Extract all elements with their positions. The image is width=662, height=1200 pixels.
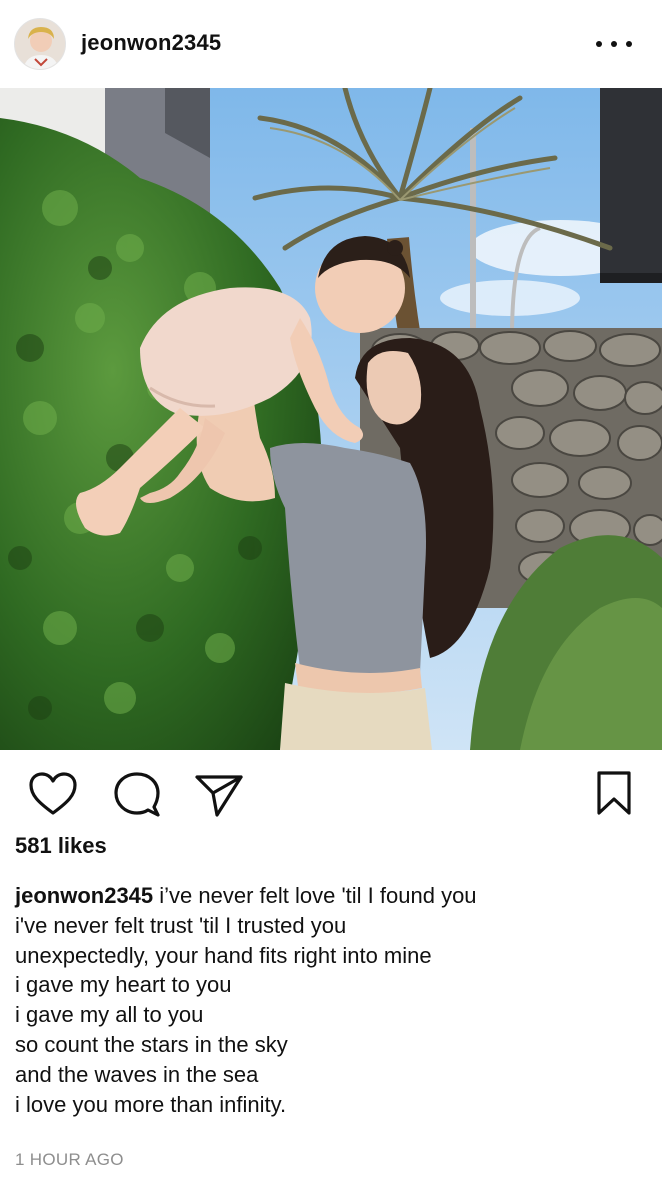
caption-line: i love you more than infinity. [15, 1091, 287, 1117]
send-icon[interactable] [193, 771, 245, 819]
caption-line: unexpectedly, your hand fits right into … [15, 942, 432, 968]
caption-username[interactable]: jeonwon2345 [15, 883, 153, 908]
caption-line: so count the stars in the sky [15, 1031, 288, 1057]
caption-line: i gave my heart to you [15, 972, 232, 998]
caption-line: i gave my all to you [15, 1002, 204, 1028]
caption-line: i've never felt trust 'til I trusted you [15, 912, 347, 938]
more-options-icon[interactable] [596, 34, 632, 54]
caption-text: i’ve never felt love 'til I found you [159, 883, 477, 908]
post-photo[interactable] [0, 88, 662, 750]
post-timestamp: 1 HOUR AGO [15, 1150, 124, 1169]
comment-icon[interactable] [112, 771, 162, 817]
caption-line: and the waves in the sea [15, 1061, 259, 1087]
action-bar [0, 750, 662, 836]
avatar[interactable] [14, 18, 66, 70]
post-caption: jeonwon2345 i’ve never felt love 'til I … [15, 881, 647, 1119]
bookmark-icon[interactable] [594, 769, 634, 817]
caption-first-line: jeonwon2345 i’ve never felt love 'til I … [15, 881, 647, 911]
likes-count[interactable]: 581 likes [15, 833, 107, 859]
instagram-post: jeonwon2345 581 likes jeonwon2345 i’ve n… [0, 0, 662, 1200]
post-header: jeonwon2345 [0, 0, 662, 88]
heart-icon[interactable] [28, 771, 78, 817]
post-username[interactable]: jeonwon2345 [81, 30, 221, 56]
